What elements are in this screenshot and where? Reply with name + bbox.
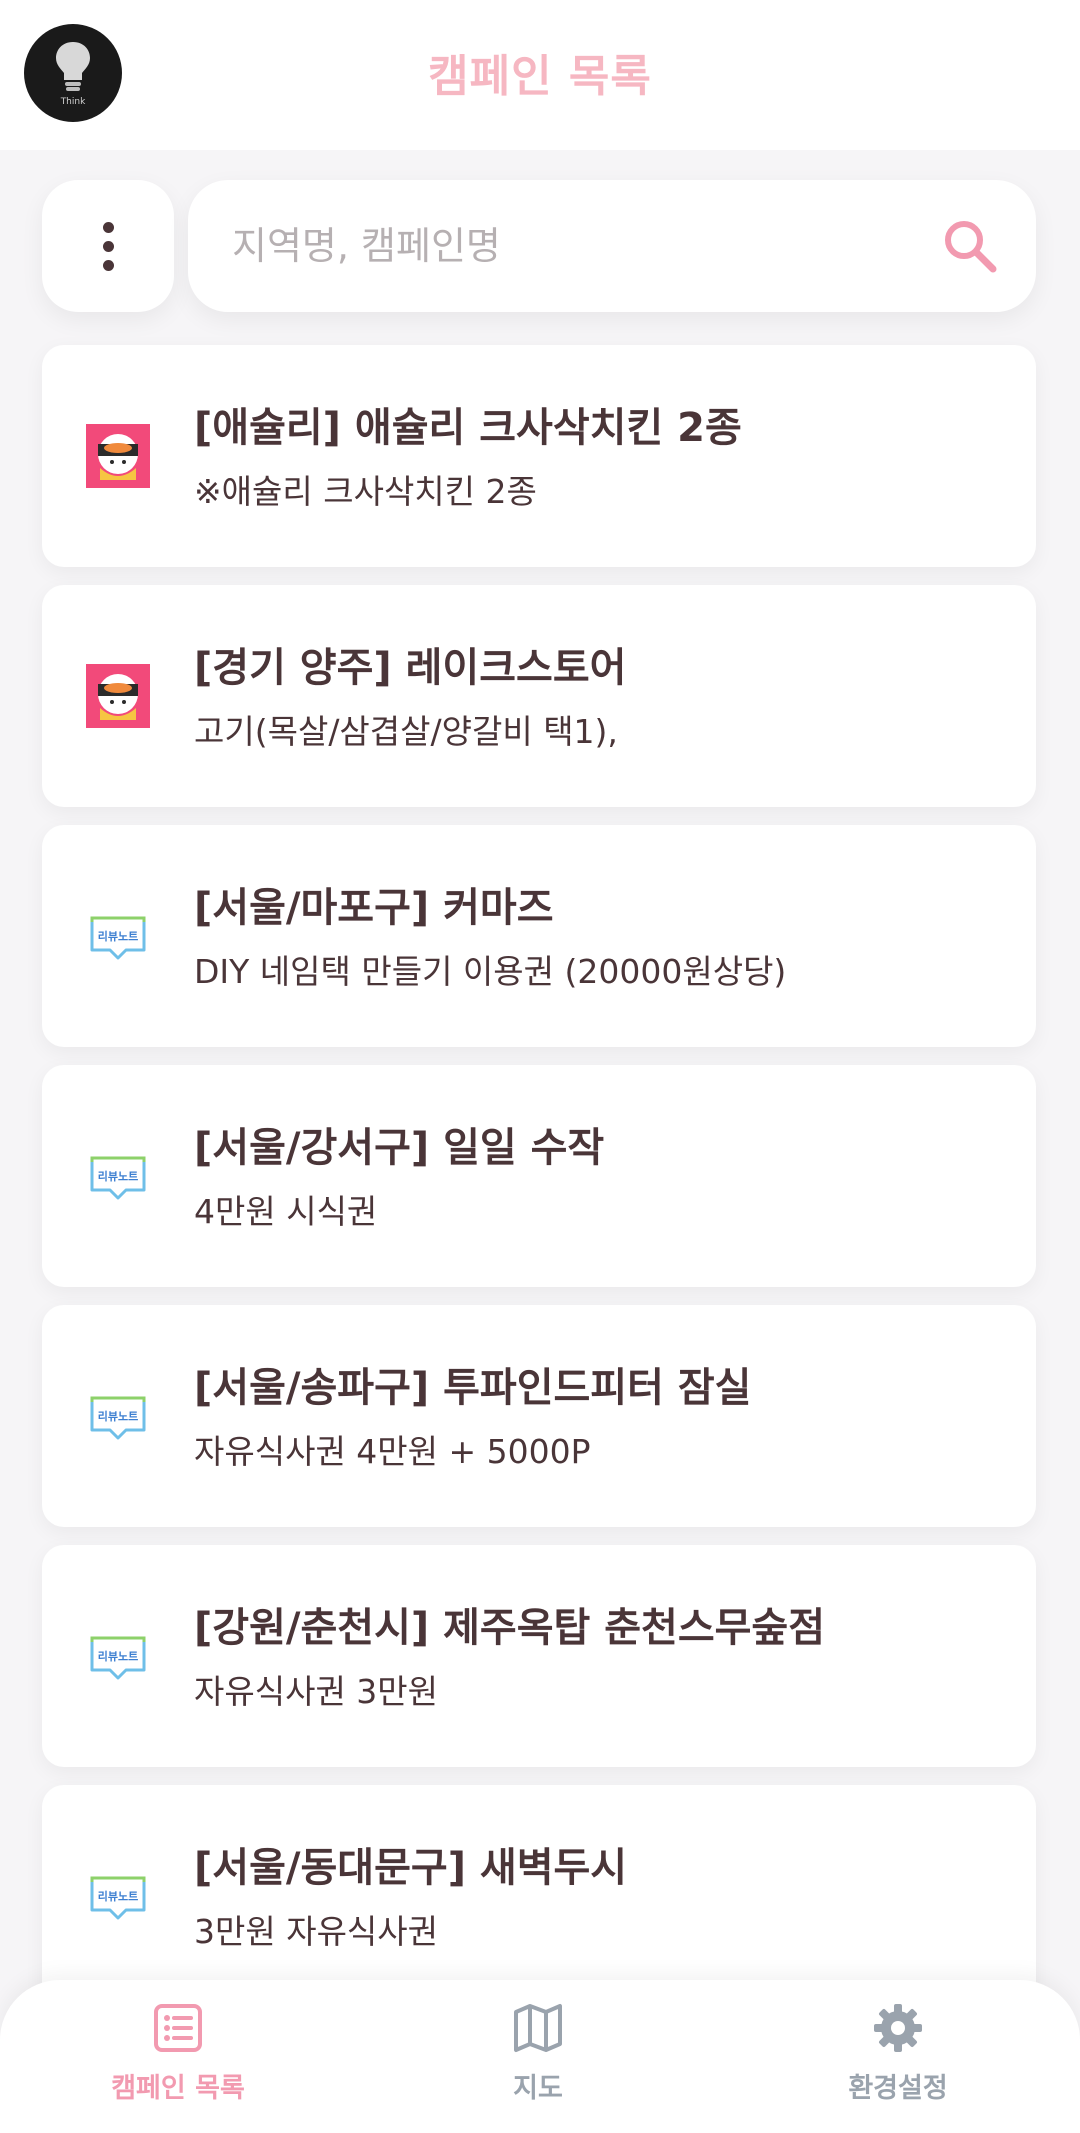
campaign-card[interactable]: [경기 양주] 레이크스토어고기(목살/삼겹살/양갈비 택1), [42, 585, 1036, 807]
gear-icon [874, 2004, 922, 2052]
list-icon [154, 2004, 202, 2052]
campaign-title: [경기 양주] 레이크스토어 [194, 645, 627, 691]
svg-text:리뷰노트: 리뷰노트 [98, 929, 138, 943]
review-note-icon: 리뷰노트 [86, 904, 150, 968]
svg-text:리뷰노트: 리뷰노트 [98, 1889, 138, 1903]
campaign-title: [애슐리] 애슐리 크사삭치킨 2종 [194, 405, 742, 451]
campaign-subtitle: 3만원 자유식사권 [194, 1912, 439, 1951]
map-icon [514, 2004, 562, 2052]
campaign-title: [서울/마포구] 커마즈 [194, 885, 554, 931]
nav-map[interactable]: 지도 [418, 2002, 658, 2122]
campaign-subtitle: 고기(목살/삼겹살/양갈비 택1), [194, 712, 618, 751]
menu-button[interactable] [42, 180, 174, 312]
review-note-icon: 리뷰노트 [86, 1864, 150, 1928]
campaign-card[interactable]: 리뷰노트 [서울/마포구] 커마즈 DIY 네임택 만들기 이용권 (20000원… [42, 825, 1036, 1047]
campaign-subtitle: 자유식사권 4만원 + 5000P [194, 1432, 591, 1471]
campaign-title: [서울/동대문구] 새벽두시 [194, 1845, 628, 1891]
search-input[interactable] [232, 214, 912, 278]
review-note-icon: 리뷰노트 [86, 1384, 150, 1448]
nav-settings-label: 환경설정 [848, 2073, 948, 2104]
campaign-card[interactable]: [애슐리] 애슐리 크사삭치킨 2종 ※애슐리 크사삭치킨 2종 [42, 345, 1036, 567]
sushi-app-icon [86, 424, 150, 488]
campaign-title: [서울/송파구] 투파인드피터 잠실 [194, 1365, 752, 1411]
campaign-card[interactable]: 리뷰노트 [서울/강서구] 일일 수작 4만원 시식권 [42, 1065, 1036, 1287]
header: Think 캠페인 목록 [0, 0, 1080, 150]
campaign-card[interactable]: 리뷰노트 [강원/춘천시] 제주옥탑 춘천스무숲점자유식사권 3만원 [42, 1545, 1036, 1767]
svg-text:리뷰노트: 리뷰노트 [98, 1649, 138, 1663]
svg-text:리뷰노트: 리뷰노트 [98, 1169, 138, 1183]
nav-map-label: 지도 [513, 2073, 563, 2104]
page-title: 캠페인 목록 [428, 51, 652, 102]
campaign-list: [애슐리] 애슐리 크사삭치킨 2종 ※애슐리 크사삭치킨 2종 [경기 양주] … [42, 345, 1036, 2025]
campaign-subtitle: 4만원 시식권 [194, 1192, 378, 1231]
app-screen: Think 캠페인 목록 [애슐리] 애슐리 크사삭치킨 2종 ※애슐리 크사삭치… [0, 0, 1080, 2133]
campaign-card[interactable]: 리뷰노트 [서울/동대문구] 새벽두시 3만원 자유식사권 [42, 1785, 1036, 2007]
campaign-card[interactable]: 리뷰노트 [서울/송파구] 투파인드피터 잠실자유식사권 4만원 + 5000P [42, 1305, 1036, 1527]
campaign-subtitle: 자유식사권 3만원 [194, 1672, 439, 1711]
campaign-title: [강원/춘천시] 제주옥탑 춘천스무숲점 [194, 1605, 826, 1651]
review-note-icon: 리뷰노트 [86, 1144, 150, 1208]
sushi-app-icon [86, 664, 150, 728]
bottom-nav: 캠페인 목록 지도 환경설정 [0, 1980, 1080, 2133]
kebab-menu-icon [102, 221, 114, 271]
nav-settings[interactable]: 환경설정 [778, 2002, 1018, 2122]
campaign-subtitle: ※애슐리 크사삭치킨 2종 [194, 472, 537, 511]
review-note-icon: 리뷰노트 [86, 1624, 150, 1688]
search-icon[interactable] [940, 216, 1000, 276]
svg-text:리뷰노트: 리뷰노트 [98, 1409, 138, 1423]
campaign-title: [서울/강서구] 일일 수작 [194, 1125, 605, 1171]
campaign-subtitle: DIY 네임택 만들기 이용권 (20000원상당) [194, 952, 787, 991]
nav-campaign-list[interactable]: 캠페인 목록 [58, 2002, 298, 2122]
search-bar [188, 180, 1036, 312]
nav-campaign-list-label: 캠페인 목록 [111, 2073, 245, 2104]
